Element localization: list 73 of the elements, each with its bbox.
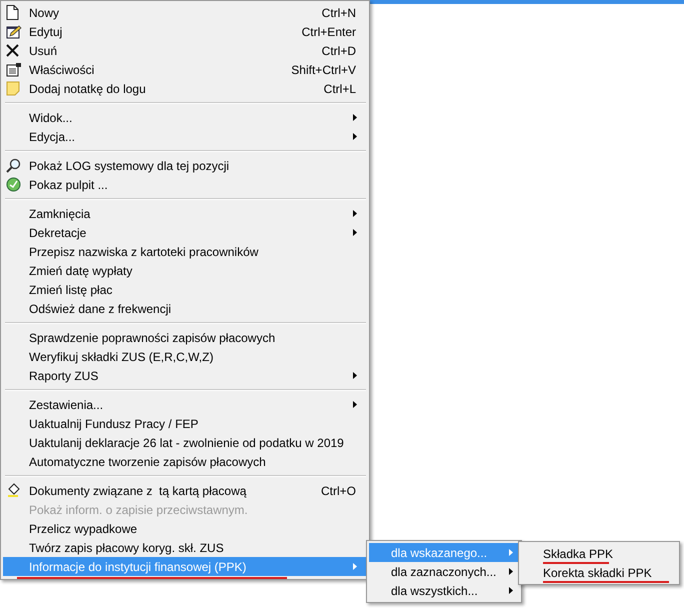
- menu-item[interactable]: dla zaznaczonych...: [369, 562, 519, 581]
- menu-item[interactable]: Odśwież dane z frekwencji: [3, 299, 367, 318]
- menu-item-label: Właściwości: [29, 62, 94, 76]
- menu-item-label: Zmień listę płac: [29, 282, 112, 296]
- menu-item[interactable]: Uaktualnij Fundusz Pracy / FEP: [3, 414, 367, 433]
- menu-item[interactable]: Dokumenty związane z tą kartą płacową Ctrl+O: [3, 481, 367, 500]
- menu-item-label: Widok...: [29, 110, 72, 124]
- menu-item-label: Zmień datę wypłaty: [29, 264, 132, 278]
- menu-item[interactable]: Usuń Ctrl+D: [3, 41, 367, 60]
- menu-item[interactable]: Edycja...: [3, 127, 367, 146]
- menu-item-label: Korekta składki PPK: [543, 566, 652, 580]
- menu-item-label: dla wskazanego...: [391, 546, 488, 560]
- menu-item[interactable]: Widok...: [3, 108, 367, 127]
- menu-item[interactable]: Składka PPK: [521, 544, 677, 563]
- search-icon: [6, 158, 21, 173]
- menu-item-label: Pokaż LOG systemowy dla tej pozycji: [29, 158, 230, 172]
- menu-item-label: Składka PPK: [543, 546, 614, 560]
- menu-item[interactable]: Zestawienia...: [3, 395, 367, 414]
- menu-item[interactable]: Sprawdzenie poprawności zapisów płacowych: [3, 328, 367, 347]
- menu-item[interactable]: Edytuj Ctrl+Enter: [3, 22, 367, 41]
- menu-item[interactable]: Pokaz pulpit ...: [3, 175, 367, 194]
- menu-item[interactable]: Automatyczne tworzenie zapisów płacowych: [3, 452, 367, 471]
- shortcut-text: Ctrl+D: [322, 44, 356, 58]
- menu-item[interactable]: Dekretacje: [3, 223, 367, 242]
- menu-item-label: Automatyczne tworzenie zapisów płacowych: [29, 454, 266, 468]
- menu-item[interactable]: Zmień datę wypłaty: [3, 261, 367, 280]
- menu-item[interactable]: Raporty ZUS: [3, 366, 367, 385]
- menu-item[interactable]: Uaktulanij deklaracje 26 lat - zwolnienie od podatku w 2019: [3, 433, 367, 452]
- properties-icon: [6, 62, 22, 77]
- note-icon: [6, 81, 20, 96]
- menu-item-label: dla wszystkich...: [391, 584, 478, 598]
- menu-item-label: Przelicz wypadkowe: [29, 522, 138, 536]
- document-icon: [6, 5, 19, 20]
- menu-item-label: Uaktualnij Fundusz Pracy / FEP: [29, 416, 198, 430]
- menu-item-label: Edycja...: [29, 130, 76, 144]
- menu-item[interactable]: Przepisz nazwiska z kartoteki pracowników: [3, 242, 367, 261]
- shortcut-text: Ctrl+L: [324, 82, 356, 96]
- delete-icon: [6, 44, 19, 57]
- edit-icon: [6, 24, 22, 39]
- shortcut-text: Shift+Ctrl+V: [291, 62, 356, 76]
- menu-item-label: Dodaj notatkę do logu: [29, 82, 146, 96]
- menu-item[interactable]: Korekta składki PPK: [521, 563, 677, 582]
- shortcut-text: Ctrl+N: [322, 6, 356, 20]
- menu-item-label: Zamknięcia: [29, 206, 90, 220]
- menu-item-label: Przepisz nazwiska z kartoteki pracowników: [29, 244, 258, 258]
- shortcut-text: Ctrl+Enter: [302, 24, 356, 38]
- menu-item[interactable]: Dodaj notatkę do logu Ctrl+L: [3, 79, 367, 98]
- menu-item[interactable]: Weryfikuj składki ZUS (E,R,C,W,Z): [3, 347, 367, 366]
- menu-item[interactable]: Twórz zapis płacowy koryg. skł. ZUS: [3, 538, 367, 557]
- menu-item-label: Odśwież dane z frekwencji: [29, 302, 172, 316]
- menu-item-label: Weryfikuj składki ZUS (E,R,C,W,Z): [29, 350, 214, 364]
- menu-item[interactable]: Nowy Ctrl+N: [3, 3, 367, 22]
- menu-item[interactable]: Przelicz wypadkowe: [3, 519, 367, 538]
- menu-item-label: Uaktulanij deklaracje 26 lat - zwolnienie od podatku w 2019: [29, 436, 344, 450]
- menu-item-label: Dokumenty związane z tą kartą płacową: [29, 484, 246, 498]
- menu-item-label: Usuń: [29, 44, 58, 58]
- menu-item-label: Dekretacje: [29, 226, 86, 240]
- menu-item[interactable]: Zamknięcia: [3, 204, 367, 223]
- menu-item-label: Sprawdzenie poprawności zapisów płacowych: [29, 330, 276, 344]
- menu-item-label: Twórz zapis płacowy koryg. skł. ZUS: [29, 540, 224, 554]
- menu-item[interactable]: Zmień listę płac: [3, 280, 367, 299]
- menu-item[interactable]: dla wszystkich...: [369, 581, 519, 600]
- menu-item-label: dla zaznaczonych...: [391, 564, 496, 578]
- menu-item[interactable]: Pokaż LOG systemowy dla tej pozycji: [3, 156, 367, 175]
- menu-item-label: Pokaz pulpit ...: [29, 178, 108, 192]
- menu-item-label: Edytuj: [29, 24, 62, 38]
- shortcut-text: Ctrl+O: [320, 484, 356, 498]
- menu-item-label: Pokaż inform. o zapisie przeciwstawnym.: [29, 502, 248, 516]
- menu-item-label: Zestawienia...: [29, 398, 104, 412]
- menu-item-label: Raporty ZUS: [29, 368, 98, 382]
- menu-item-label: Nowy: [29, 6, 60, 20]
- menu-item-label: Informacje do instytucji finansowej (PPK): [29, 560, 246, 574]
- menu-item[interactable]: Właściwości Shift+Ctrl+V: [3, 60, 367, 79]
